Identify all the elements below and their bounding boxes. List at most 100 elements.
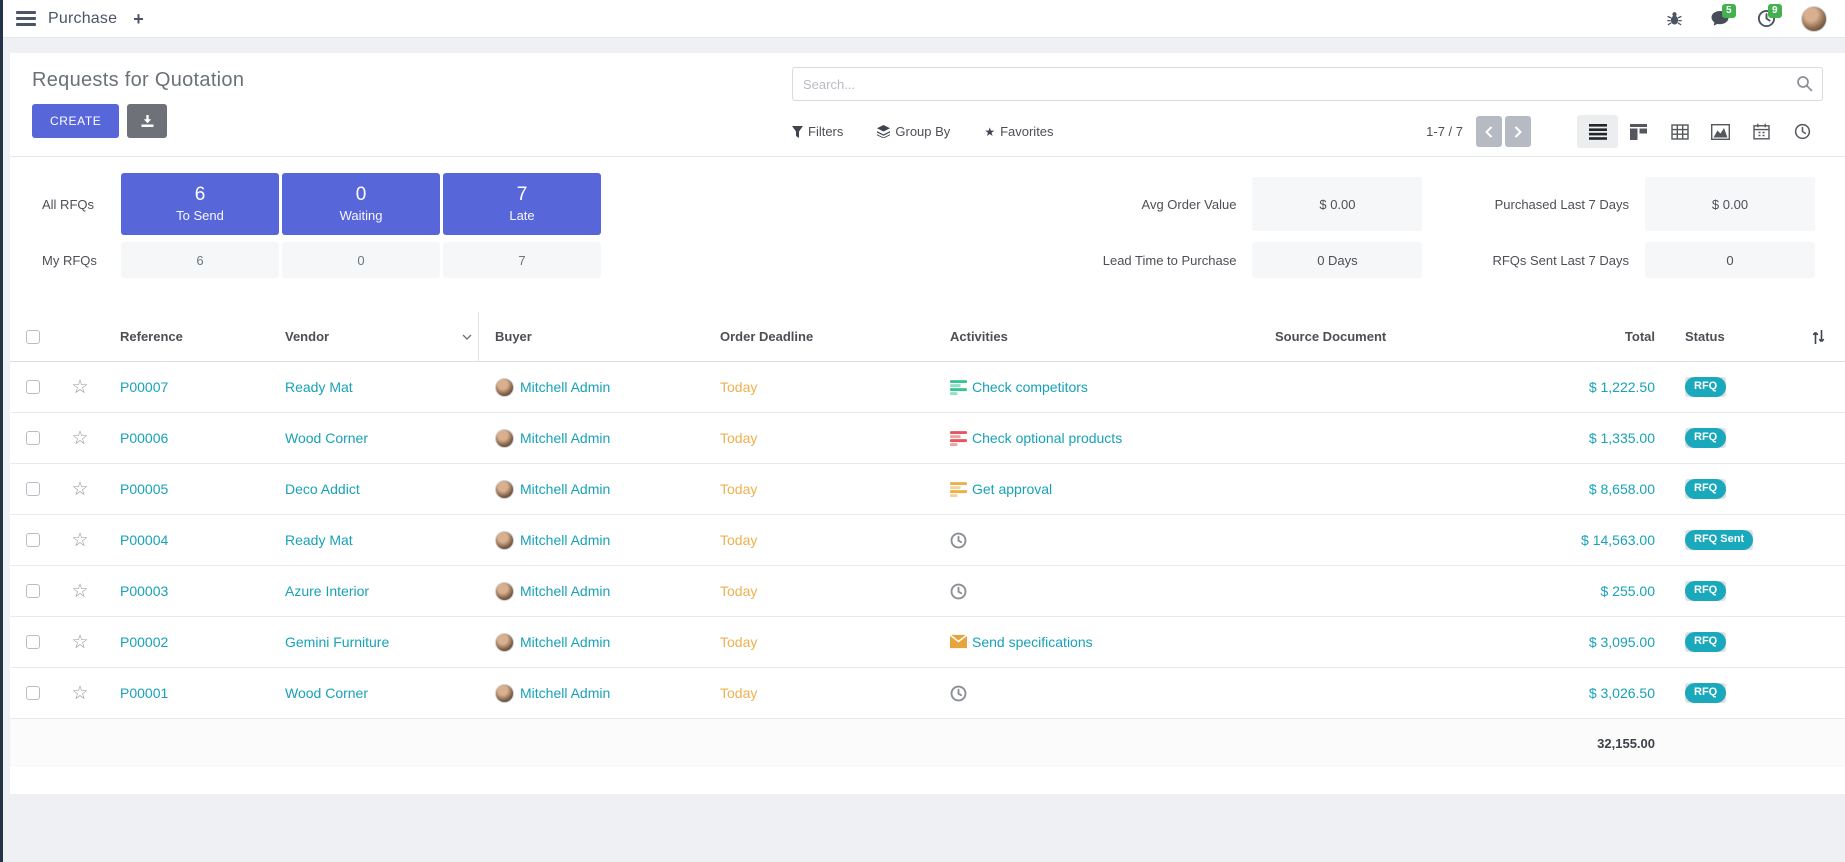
activity-view-button[interactable] xyxy=(1782,115,1823,148)
row-checkbox[interactable] xyxy=(26,635,40,649)
reference-link[interactable]: P00004 xyxy=(120,532,168,548)
vendor-link[interactable]: Deco Addict xyxy=(285,481,360,497)
column-header-status[interactable]: Status xyxy=(1669,329,1789,344)
table-row[interactable]: ☆ P00002 Gemini Furniture Mitchell Admin… xyxy=(10,617,1845,668)
search-input[interactable] xyxy=(792,67,1823,101)
row-checkbox[interactable] xyxy=(26,686,40,700)
table-row[interactable]: ☆ P00006 Wood Corner Mitchell Admin Toda… xyxy=(10,413,1845,464)
reference-link[interactable]: P00005 xyxy=(120,481,168,497)
buyer-link[interactable]: Mitchell Admin xyxy=(520,634,610,650)
footer-total: 32,155.00 xyxy=(1504,736,1669,751)
favorites-button[interactable]: ★ Favorites xyxy=(984,124,1053,139)
buyer-link[interactable]: Mitchell Admin xyxy=(520,583,610,599)
sort-chevron-down-icon xyxy=(462,334,472,340)
vendor-link[interactable]: Gemini Furniture xyxy=(285,634,389,650)
group-by-button[interactable]: Group By xyxy=(877,124,950,139)
vendor-link[interactable]: Azure Interior xyxy=(285,583,369,599)
column-header-vendor[interactable]: Vendor xyxy=(269,312,479,361)
activity-clock-icon[interactable] xyxy=(950,685,967,702)
vendor-link[interactable]: Ready Mat xyxy=(285,532,353,548)
vendor-link[interactable]: Wood Corner xyxy=(285,685,368,701)
layers-icon xyxy=(877,125,890,138)
pager-next-button[interactable] xyxy=(1505,116,1531,147)
buyer-avatar xyxy=(495,378,514,397)
activity-envelope-icon[interactable] xyxy=(950,634,967,651)
activity-label-link[interactable]: Check optional products xyxy=(972,430,1122,446)
table-row[interactable]: ☆ P00003 Azure Interior Mitchell Admin T… xyxy=(10,566,1845,617)
row-checkbox[interactable] xyxy=(26,482,40,496)
favorite-star-icon[interactable]: ☆ xyxy=(71,684,88,703)
activity-list-icon[interactable] xyxy=(950,379,967,396)
favorite-star-icon[interactable]: ☆ xyxy=(71,480,88,499)
row-checkbox[interactable] xyxy=(26,533,40,547)
reference-link[interactable]: P00006 xyxy=(120,430,168,446)
activity-label-link[interactable]: Check competitors xyxy=(972,379,1088,395)
vendor-link[interactable]: Ready Mat xyxy=(285,379,353,395)
my-late-count[interactable]: 7 xyxy=(443,242,601,278)
favorite-star-icon[interactable]: ☆ xyxy=(71,582,88,601)
favorite-star-icon[interactable]: ☆ xyxy=(71,378,88,397)
favorite-star-icon[interactable]: ☆ xyxy=(71,429,88,448)
create-button[interactable]: CREATE xyxy=(32,104,119,138)
buyer-link[interactable]: Mitchell Admin xyxy=(520,532,610,548)
messages-icon[interactable]: 5 xyxy=(1709,8,1731,30)
view-switcher xyxy=(1577,115,1823,148)
column-header-reference[interactable]: Reference xyxy=(104,329,269,344)
debug-bug-icon[interactable] xyxy=(1663,8,1685,30)
my-waiting-count[interactable]: 0 xyxy=(282,242,440,278)
reference-link[interactable]: P00002 xyxy=(120,634,168,650)
activity-list-icon[interactable] xyxy=(950,481,967,498)
buyer-link[interactable]: Mitchell Admin xyxy=(520,481,610,497)
column-header-buyer[interactable]: Buyer xyxy=(479,329,704,344)
reference-link[interactable]: P00001 xyxy=(120,685,168,701)
buyer-avatar xyxy=(495,684,514,703)
activity-list-icon[interactable] xyxy=(950,430,967,447)
buyer-link[interactable]: Mitchell Admin xyxy=(520,430,610,446)
my-to-send-count[interactable]: 6 xyxy=(121,242,279,278)
kpi-to-send[interactable]: 6 To Send xyxy=(121,173,279,235)
reference-link[interactable]: P00007 xyxy=(120,379,168,395)
select-all-checkbox[interactable] xyxy=(26,330,40,344)
user-avatar[interactable] xyxy=(1801,6,1827,32)
buyer-link[interactable]: Mitchell Admin xyxy=(520,379,610,395)
graph-view-button[interactable] xyxy=(1700,115,1741,148)
filters-button[interactable]: Filters xyxy=(792,124,843,139)
activity-label-link[interactable]: Send specifications xyxy=(972,634,1093,650)
activity-clock-icon[interactable] xyxy=(950,532,967,549)
table-row[interactable]: ☆ P00005 Deco Addict Mitchell Admin Toda… xyxy=(10,464,1845,515)
table-row[interactable]: ☆ P00001 Wood Corner Mitchell Admin Toda… xyxy=(10,668,1845,719)
calendar-view-button[interactable] xyxy=(1741,115,1782,148)
reference-link[interactable]: P00003 xyxy=(120,583,168,599)
row-checkbox[interactable] xyxy=(26,431,40,445)
buyer-link[interactable]: Mitchell Admin xyxy=(520,685,610,701)
column-header-total[interactable]: Total xyxy=(1504,329,1669,344)
kanban-view-button[interactable] xyxy=(1618,115,1659,148)
favorite-star-icon[interactable]: ☆ xyxy=(71,633,88,652)
list-view-button[interactable] xyxy=(1577,115,1618,148)
export-button[interactable] xyxy=(127,104,167,138)
apps-menu-icon[interactable] xyxy=(16,11,36,26)
column-header-source-document[interactable]: Source Document xyxy=(1259,329,1504,344)
pivot-view-button[interactable] xyxy=(1659,115,1700,148)
activities-clock-icon[interactable]: 9 xyxy=(1755,8,1777,30)
column-header-order-deadline[interactable]: Order Deadline xyxy=(704,329,934,344)
table-row[interactable]: ☆ P00007 Ready Mat Mitchell Admin Today … xyxy=(10,362,1845,413)
optional-columns-button[interactable] xyxy=(1789,329,1845,345)
pager-previous-button[interactable] xyxy=(1476,116,1502,147)
kpi-late[interactable]: 7 Late xyxy=(443,173,601,235)
graph-view-icon xyxy=(1711,124,1730,140)
vendor-link[interactable]: Wood Corner xyxy=(285,430,368,446)
app-title[interactable]: Purchase xyxy=(48,10,117,28)
kpi-waiting[interactable]: 0 Waiting xyxy=(282,173,440,235)
row-checkbox[interactable] xyxy=(26,584,40,598)
activity-clock-icon[interactable] xyxy=(950,583,967,600)
favorite-star-icon[interactable]: ☆ xyxy=(71,531,88,550)
activity-label-link[interactable]: Get approval xyxy=(972,481,1052,497)
order-deadline-value: Today xyxy=(720,481,757,497)
filters-label: Filters xyxy=(808,124,843,139)
row-checkbox[interactable] xyxy=(26,380,40,394)
search-icon[interactable] xyxy=(1796,75,1813,92)
table-row[interactable]: ☆ P00004 Ready Mat Mitchell Admin Today … xyxy=(10,515,1845,566)
column-header-activities[interactable]: Activities xyxy=(934,329,1259,344)
new-tab-plus-icon[interactable]: + xyxy=(133,10,144,28)
